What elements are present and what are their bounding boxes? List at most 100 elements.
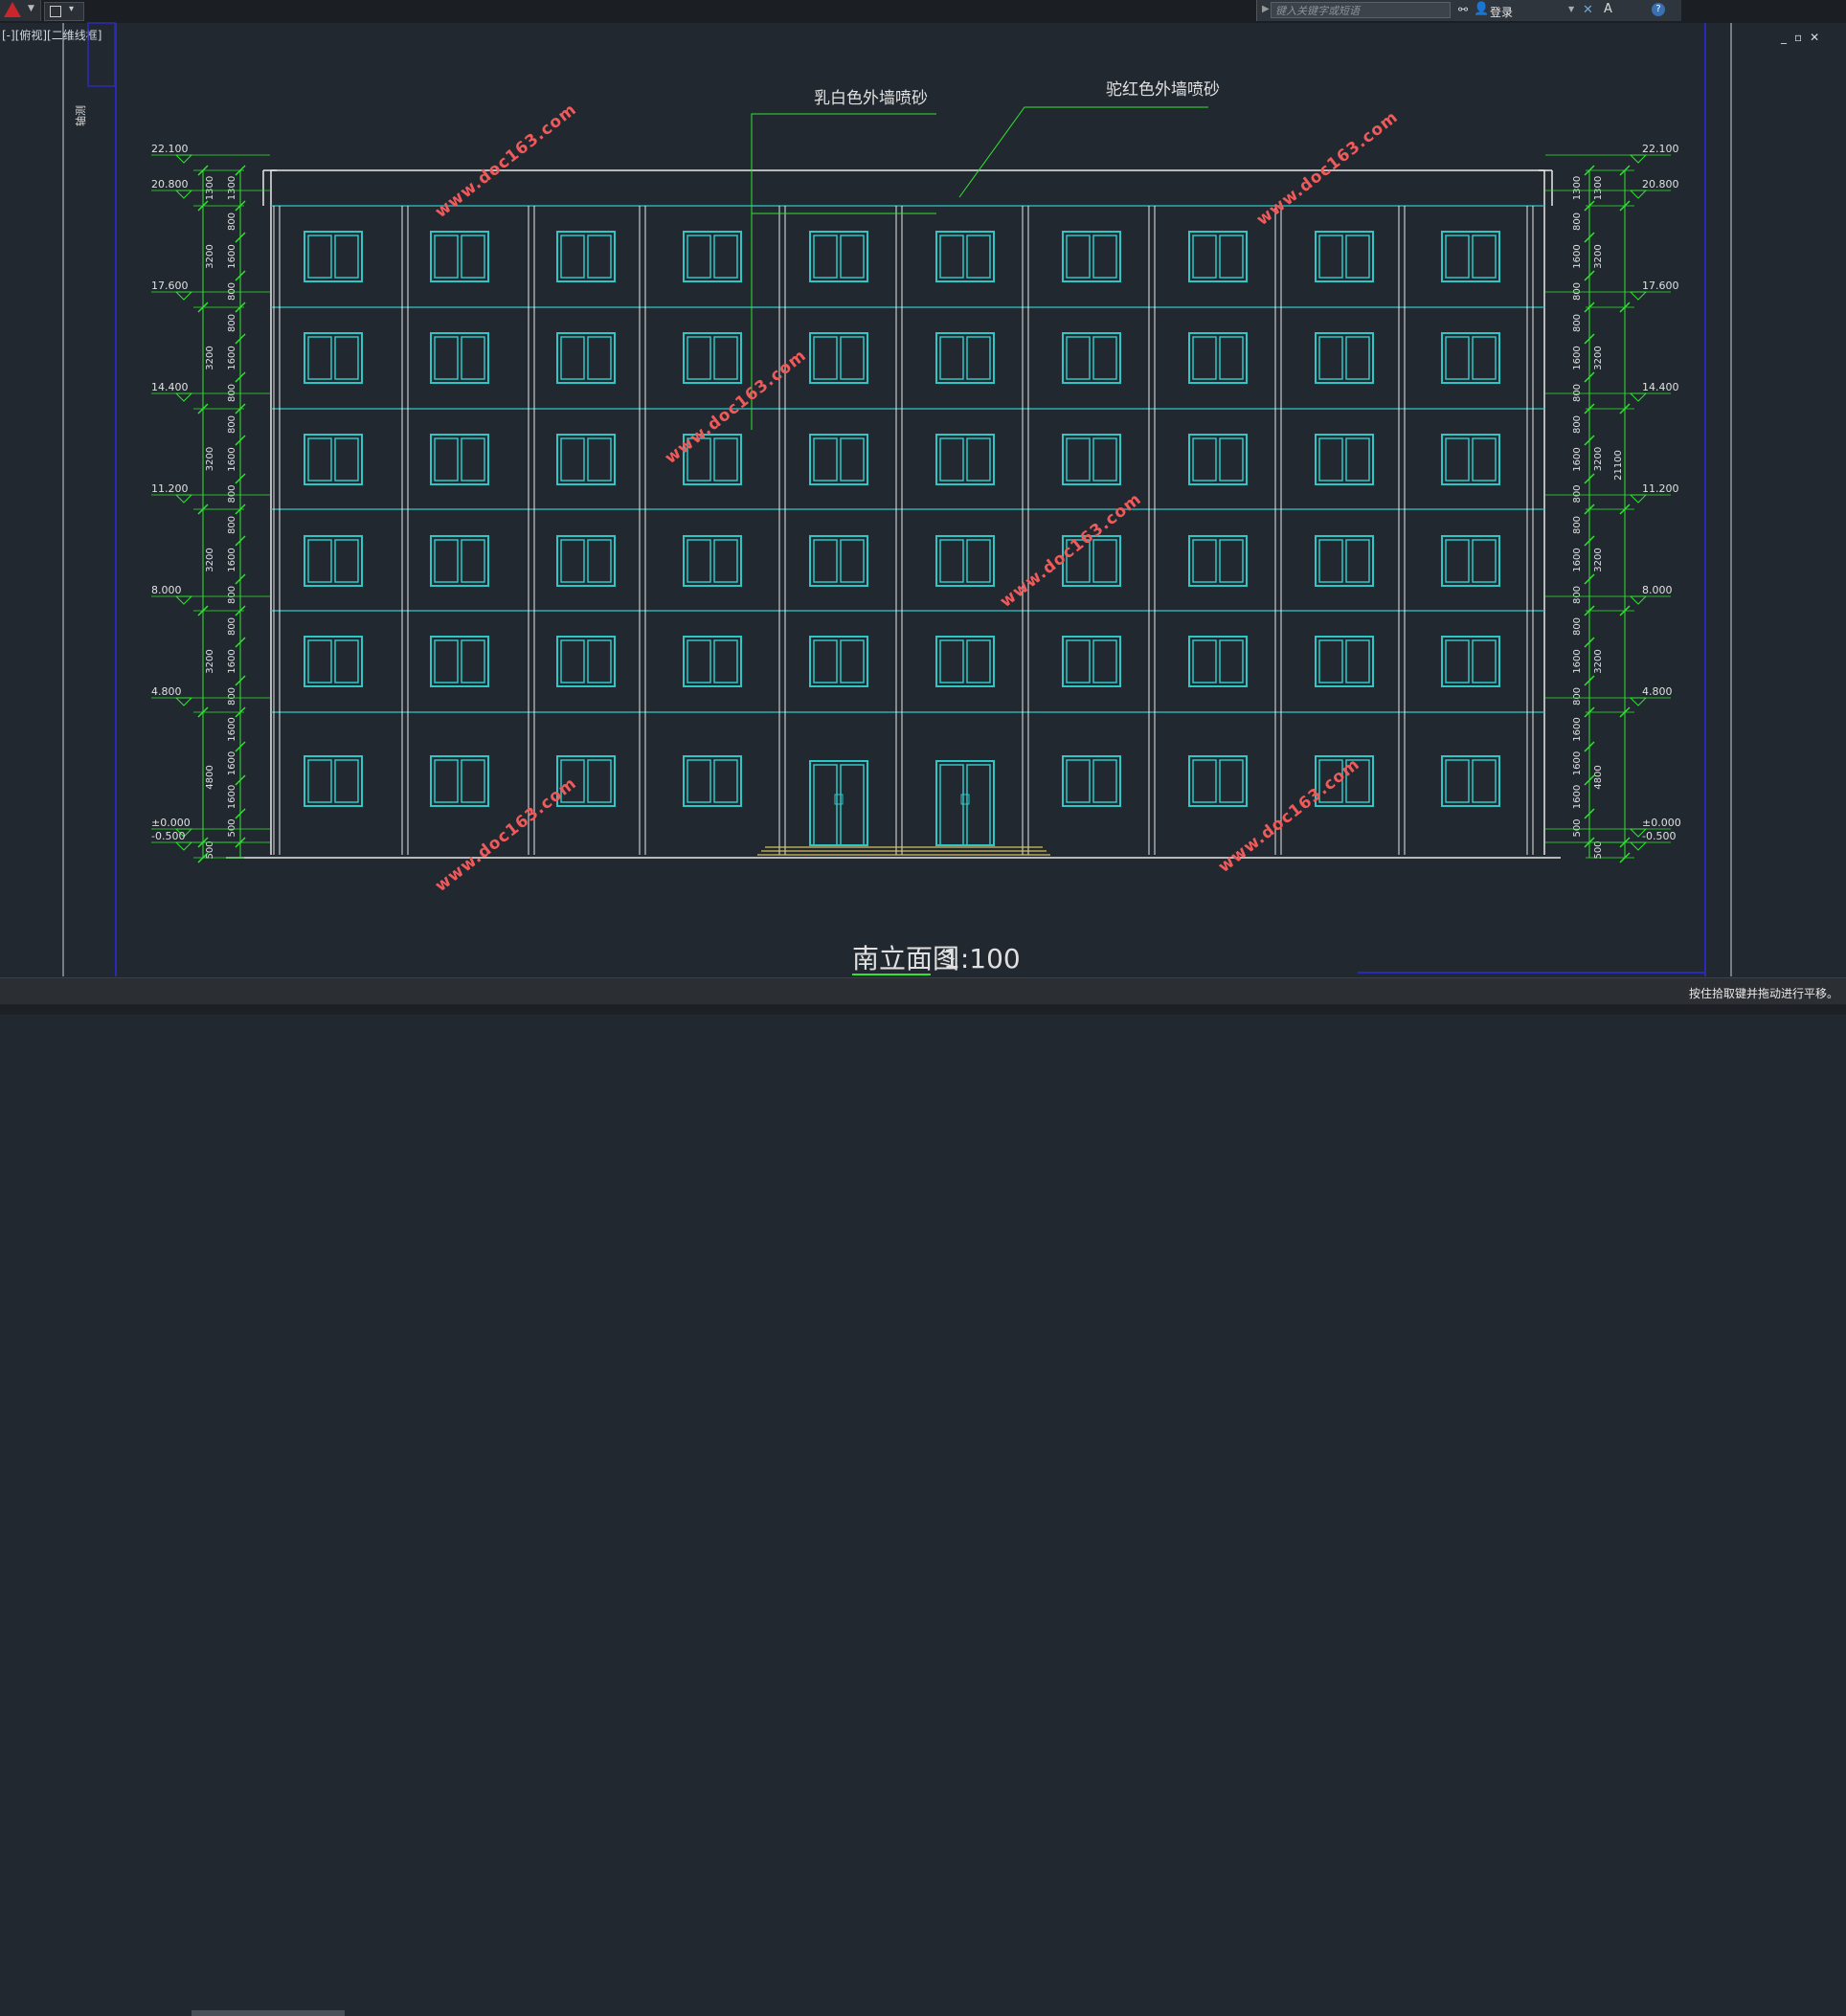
level-marker-left (174, 697, 193, 706)
inner-dimension: 1600 (1572, 548, 1583, 571)
window (1441, 434, 1500, 485)
inner-dimension: 1600 (227, 346, 237, 370)
level-label-left: 22.100 (151, 143, 189, 155)
window (304, 231, 363, 282)
floor-dimension: 3200 (205, 346, 215, 370)
window (1062, 636, 1121, 687)
inner-dimension: 800 (1572, 282, 1583, 301)
window (809, 535, 868, 587)
inner-dimension: 800 (1572, 484, 1583, 503)
window (683, 231, 742, 282)
window (935, 636, 995, 687)
inner-dimension: 1600 (1572, 785, 1583, 809)
inner-dimension: 800 (1572, 415, 1583, 434)
floor-dimension: 4800 (1593, 765, 1604, 789)
level-marker-left (174, 154, 193, 164)
inner-dimension: 800 (227, 617, 237, 636)
level-label-left: -0.500 (151, 830, 185, 842)
window (935, 535, 995, 587)
window (935, 332, 995, 384)
window (304, 636, 363, 687)
floor-dimension: 1300 (1593, 176, 1604, 200)
level-marker-right (1629, 841, 1648, 851)
inner-dimension: 500 (1572, 818, 1583, 837)
inner-dimension: 1600 (227, 244, 237, 268)
window (1315, 434, 1374, 485)
level-label-right: ±0.000 (1642, 817, 1681, 829)
annotation-camel-red: 驼红色外墙喷砂 (1106, 80, 1220, 100)
window (556, 636, 616, 687)
command-line[interactable]: 按住拾取键并拖动进行平移。 (0, 977, 1846, 1005)
status-bar (0, 1004, 1846, 2016)
window (1441, 755, 1500, 807)
level-label-right: 4.800 (1642, 685, 1673, 698)
window (1441, 535, 1500, 587)
floor-dimension: 3200 (1593, 244, 1604, 268)
level-marker-left (174, 841, 193, 851)
window (430, 231, 489, 282)
inner-dimension: 800 (1572, 687, 1583, 706)
watermarks: www.doc163.com www.doc163.com www.doc163.c… (432, 100, 1403, 896)
floor-dimension: 4800 (205, 765, 215, 789)
level-marker-left (174, 494, 193, 504)
watermark-text: www.doc163.com (997, 489, 1146, 612)
floor-dimension: 3200 (1593, 447, 1604, 471)
side-label: 轴测 (74, 105, 87, 126)
inner-dimension: 800 (1572, 213, 1583, 231)
window (430, 535, 489, 587)
inner-dimension: 800 (227, 586, 237, 604)
inner-dimension: 1600 (1572, 447, 1583, 471)
left-dimensions: 1300 3200 3200 3200 3200 3200 4800 500 1300 800 16… (193, 165, 246, 863)
entrance-door (935, 760, 995, 846)
window (1062, 332, 1121, 384)
level-marker-right (1629, 494, 1648, 504)
window (1188, 332, 1248, 384)
level-marker-right (1629, 392, 1648, 402)
floor-dimension: 3200 (205, 447, 215, 471)
level-marker-right (1629, 595, 1648, 605)
floor-dimension: 3200 (1593, 346, 1604, 370)
window (304, 755, 363, 807)
inner-dimension: 800 (1572, 314, 1583, 332)
window (1188, 535, 1248, 587)
window (1441, 332, 1500, 384)
inner-dimension: 1600 (227, 447, 237, 471)
level-label-left: 17.600 (151, 280, 189, 292)
level-label-left: 4.800 (151, 685, 182, 698)
horizontal-scrollbar[interactable] (191, 2010, 345, 2016)
drawing-canvas[interactable]: 轴测 1300 3200 3200 3200 3200 3200 4800 500 1300 80… (0, 0, 1846, 977)
inner-dimension: 1600 (227, 649, 237, 673)
inner-dimension: 800 (1572, 617, 1583, 636)
inner-dimension: 800 (227, 687, 237, 706)
window (304, 535, 363, 587)
inner-dimension: 1600 (1572, 649, 1583, 673)
inner-dimension: 800 (227, 484, 237, 503)
window (556, 535, 616, 587)
level-label-left: 11.200 (151, 482, 189, 495)
level-marker-right (1629, 154, 1648, 164)
floor-dimension: 3200 (205, 649, 215, 673)
floor-dimension: 500 (205, 840, 215, 859)
window (1315, 535, 1374, 587)
floor-dimension: 3200 (205, 548, 215, 571)
level-marker-right (1629, 291, 1648, 301)
window (556, 332, 616, 384)
window (683, 332, 742, 384)
command-hint: 按住拾取键并拖动进行平移。 (1688, 987, 1838, 1000)
inner-dimension: 1300 (1572, 176, 1583, 200)
level-label-right: 8.000 (1642, 584, 1673, 596)
annotation-leaders (751, 106, 1208, 430)
inner-dimension: 800 (227, 516, 237, 534)
window (1188, 434, 1248, 485)
floor-dimension: 3200 (1593, 649, 1604, 673)
facade-outline (226, 169, 1561, 859)
window (304, 434, 363, 485)
window (304, 332, 363, 384)
window (683, 535, 742, 587)
inner-dimension: 800 (1572, 586, 1583, 604)
watermark-text: www.doc163.com (1215, 754, 1364, 877)
total-dimension: 21100 (1613, 450, 1624, 481)
level-label-right: 17.600 (1642, 280, 1679, 292)
elevation-levels: 22.100 22.100 20.800 20.800 17.600 17.600 14.4… (151, 143, 1681, 851)
inner-dimension: 800 (1572, 516, 1583, 534)
